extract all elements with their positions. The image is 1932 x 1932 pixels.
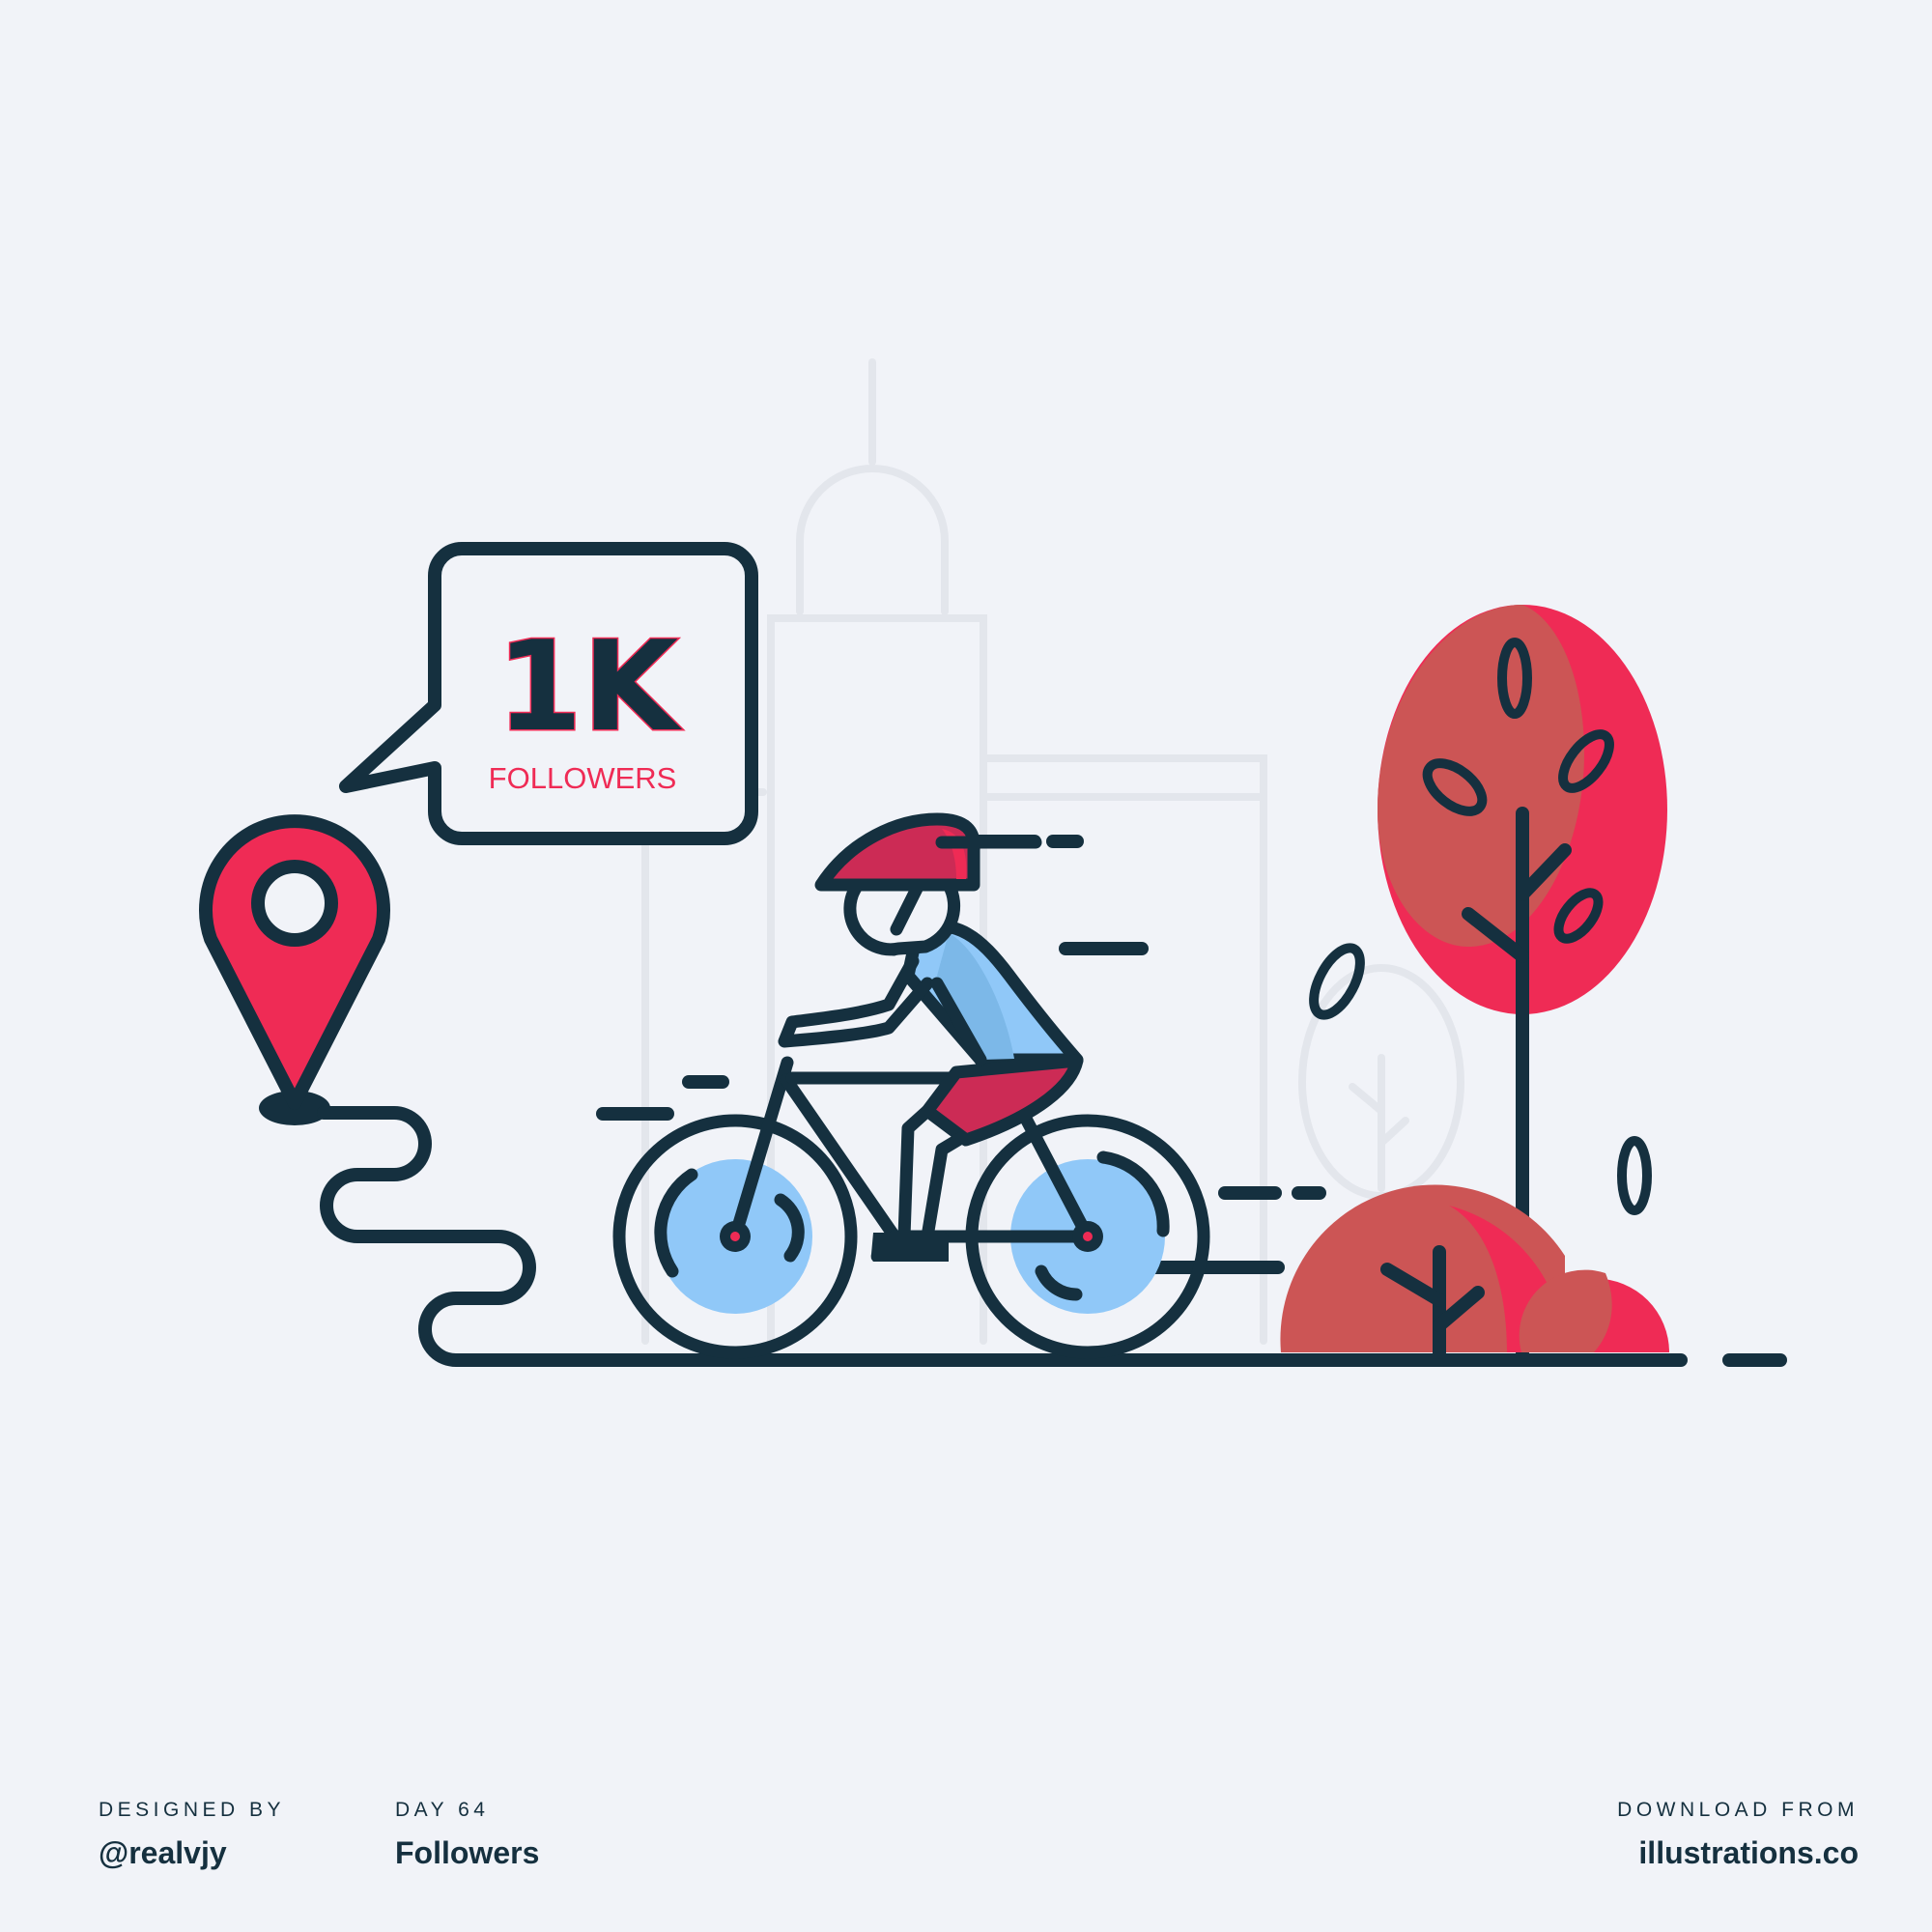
designed-by-block: DESIGNED BY @realvjy [99,1799,285,1871]
illustration: 1K FOLLOWERS [199,358,1787,1367]
designed-by-label: DESIGNED BY [99,1799,286,1821]
download-block: DOWNLOAD FROM illustrations.co [1617,1799,1859,1871]
download-link[interactable]: illustrations.co [1617,1835,1859,1871]
download-label: DOWNLOAD FROM [1617,1799,1859,1821]
designed-by-value: @realvjy [99,1835,227,1870]
day-label: DAY 64 [395,1799,490,1821]
followers-label: FOLLOWERS [489,761,677,795]
day-block: DAY 64 Followers [395,1799,539,1871]
speech-bubble-icon: 1K FOLLOWERS [339,542,758,845]
bush-icon [1280,1184,1669,1359]
follower-count: 1K [497,615,683,759]
map-pin-icon [199,814,390,1125]
day-title: Followers [395,1835,540,1870]
